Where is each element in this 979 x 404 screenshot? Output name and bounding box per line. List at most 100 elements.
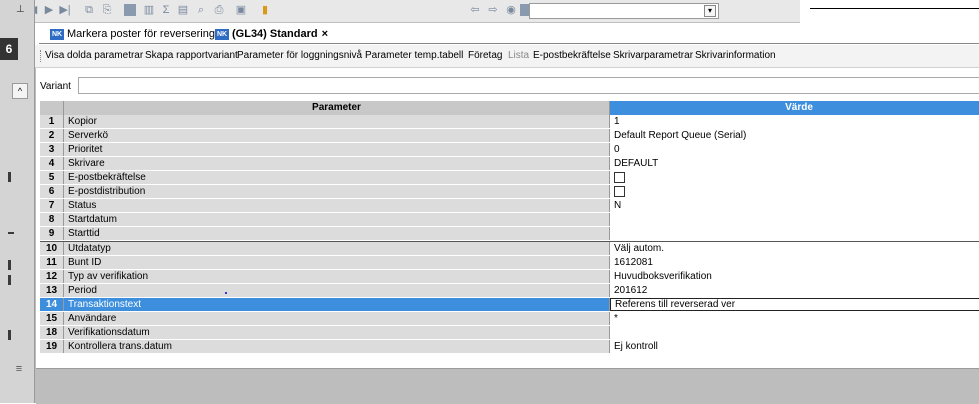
table-row[interactable]: 4 Skrivare DEFAULT <box>40 157 979 171</box>
parameter-value[interactable]: Huvudboksverifikation <box>610 270 979 283</box>
last-record-icon[interactable]: ▶| <box>58 3 72 18</box>
action-skrivarinformation[interactable]: Skrivarinformation <box>695 49 776 63</box>
table-row[interactable]: 19 Kontrollera trans.datum Ej kontroll <box>40 340 979 354</box>
table-row[interactable]: 10 Utdatatyp Välj autom. <box>40 241 979 256</box>
parameter-name: Typ av verifikation <box>64 270 610 283</box>
tab-markera-poster[interactable]: NKMarkera poster för reversering× <box>50 25 225 43</box>
window-icon[interactable]: ▣ <box>234 3 248 18</box>
tab-gl34-standard[interactable]: NK (GL34) Standard × <box>215 25 328 43</box>
parameter-value[interactable] <box>610 326 979 339</box>
parameter-name: Serverkö <box>64 129 610 142</box>
settings-icon[interactable]: ◉ <box>504 3 518 18</box>
doc-icon[interactable]: ▤ <box>176 3 190 18</box>
table-row[interactable]: 18 Verifikationsdatum <box>40 326 979 340</box>
action-visa-dolda-parametrar[interactable]: Visa dolda parametrar <box>45 49 143 63</box>
grip-handle <box>40 50 43 62</box>
divider <box>810 8 979 9</box>
paste-icon[interactable]: ⎘ <box>100 3 114 18</box>
folder-icon[interactable]: ▮ <box>258 3 272 18</box>
table-row[interactable]: 13 Period 201612 <box>40 284 979 298</box>
copy-icon[interactable]: ⧉ <box>82 3 96 18</box>
parameter-name: E-postdistribution <box>64 185 610 198</box>
row-number: 15 <box>40 312 64 325</box>
parameter-name: Startdatum <box>64 213 610 226</box>
table-row[interactable]: 9 Starttid <box>40 227 979 241</box>
action-lista: Lista <box>508 50 530 61</box>
table-row[interactable]: 1 Kopior 1 <box>40 115 979 129</box>
forward-arrow-icon[interactable]: ⇨ <box>486 3 500 18</box>
parameter-value[interactable]: DEFAULT <box>610 157 979 170</box>
action-bar: Visa dolda parametrar Skapa rapportvaria… <box>35 45 979 68</box>
parameter-value[interactable]: 0 <box>610 143 979 156</box>
checkbox[interactable] <box>614 186 625 197</box>
row-number: 5 <box>40 171 64 184</box>
tab-label: (GL34) Standard <box>232 28 318 40</box>
parameter-name: Kontrollera trans.datum <box>64 340 610 353</box>
nk-badge-icon: NK <box>50 28 64 40</box>
parameter-value[interactable]: 1612081 <box>610 256 979 269</box>
action-foretag[interactable]: Företag <box>468 49 502 63</box>
parameter-name: Period <box>64 284 610 297</box>
table-row[interactable]: 15 Användare * <box>40 312 979 326</box>
variant-label: Variant <box>40 81 71 92</box>
close-icon[interactable]: × <box>322 28 328 40</box>
parameter-name: Användare <box>64 312 610 325</box>
parameter-value[interactable]: 1 <box>610 115 979 128</box>
table-row[interactable]: 8 Startdatum <box>40 213 979 227</box>
row-number: 2 <box>40 129 64 142</box>
row-number: 13 <box>40 284 64 297</box>
parameter-value[interactable]: * <box>610 312 979 325</box>
main-toolbar: |◀ ◀ ▶ ▶| ⧉ ⎘ ▥ Σ ▤ ⌕ ⎙ ▣ ▮ ⇦ ⇨ ◉ ▾ <box>0 0 800 31</box>
checkbox[interactable] <box>614 172 625 183</box>
parameter-value[interactable]: 201612 <box>610 284 979 297</box>
row-number-header <box>40 101 64 115</box>
table-row[interactable]: 12 Typ av verifikation Huvudboksverifikati… <box>40 270 979 284</box>
parameter-value[interactable] <box>610 227 979 240</box>
parameter-value[interactable]: Default Report Queue (Serial) <box>610 129 979 142</box>
toolbar-combo[interactable]: ▾ <box>529 3 719 19</box>
panel-number: 6 <box>0 38 18 60</box>
table-row[interactable]: 7 Status N <box>40 199 979 213</box>
table-row[interactable]: 11 Bunt ID 1612081 <box>40 256 979 270</box>
chart-icon[interactable]: ▥ <box>142 3 156 18</box>
parameter-name: Skrivare <box>64 157 610 170</box>
parameter-value[interactable] <box>610 171 979 184</box>
value-column-header[interactable]: Värde <box>610 101 979 115</box>
back-arrow-icon[interactable]: ⇦ <box>468 3 482 18</box>
menu-icon[interactable]: ≡ <box>11 363 27 375</box>
parameter-value[interactable]: Referens till reverserad ver <box>610 298 979 311</box>
parameter-name: Utdatatyp <box>64 242 610 255</box>
row-number: 19 <box>40 340 64 353</box>
next-record-icon[interactable]: ▶ <box>44 3 54 18</box>
pin-icon[interactable]: ⊥ <box>16 4 28 16</box>
sum-icon[interactable]: Σ <box>160 3 172 18</box>
action-skapa-rapportvariant[interactable]: Skapa rapportvariant <box>145 49 238 63</box>
table-row[interactable]: 3 Prioritet 0 <box>40 143 979 157</box>
parameter-value[interactable]: Ej kontroll <box>610 340 979 353</box>
action-parameter-temp-tabell[interactable]: Parameter temp.tabell <box>365 49 463 63</box>
action-skrivarparametrar[interactable]: Skrivarparametrar <box>613 49 693 63</box>
parameter-value[interactable]: Välj autom. <box>610 242 979 255</box>
action-epostbekraftelse[interactable]: E-postbekräftelse <box>533 49 611 63</box>
grid-header: Parameter Värde <box>40 101 979 115</box>
parameter-value[interactable] <box>610 185 979 198</box>
parameter-name: Bunt ID <box>64 256 610 269</box>
parameter-value[interactable]: N <box>610 199 979 212</box>
print-icon[interactable]: ⎙ <box>212 3 226 18</box>
variant-input[interactable] <box>78 77 979 94</box>
marker <box>8 330 11 340</box>
table-row[interactable]: 5 E-postbekräftelse <box>40 171 979 185</box>
parameter-value[interactable] <box>610 213 979 226</box>
collapse-button[interactable]: ^ <box>12 83 28 99</box>
parameter-column-header[interactable]: Parameter <box>64 101 610 115</box>
table-row[interactable]: 6 E-postdistribution <box>40 185 979 199</box>
table-row[interactable]: 2 Serverkö Default Report Queue (Serial) <box>40 129 979 143</box>
chevron-down-icon[interactable]: ▾ <box>704 5 716 17</box>
table-row[interactable]: 14 Transaktionstext Referens till reverser… <box>40 298 979 312</box>
search-icon[interactable]: ⌕ <box>194 3 208 18</box>
grid-rows: 1 Kopior 1 2 Serverkö Default Report Queue (S… <box>40 115 979 354</box>
parameter-name: Verifikationsdatum <box>64 326 610 339</box>
action-parameter-loggningsniva[interactable]: Parameter för loggningsnivå <box>237 49 362 63</box>
row-number: 14 <box>40 298 64 311</box>
bar-icon[interactable] <box>124 4 136 16</box>
